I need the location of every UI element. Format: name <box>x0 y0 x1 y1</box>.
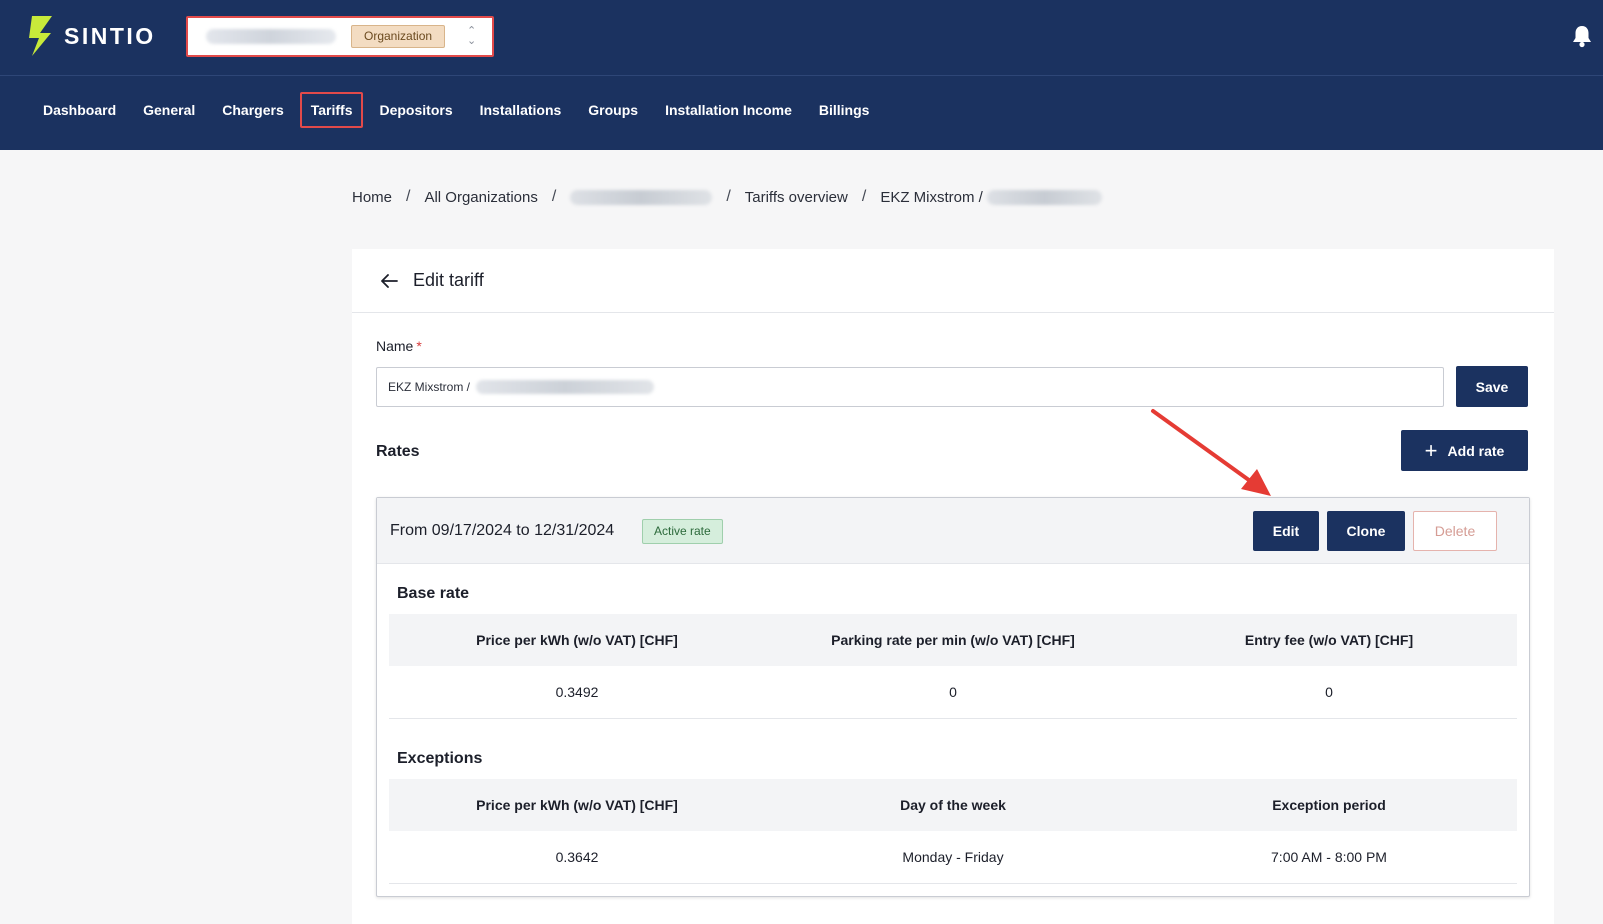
breadcrumb-current: EKZ Mixstrom / <box>880 188 983 206</box>
rate-period: From 09/17/2024 to 12/31/2024 <box>390 522 615 539</box>
breadcrumb-current-redacted <box>986 189 1102 205</box>
brand-name: SINTIO <box>64 22 156 49</box>
arrow-left-icon[interactable] <box>379 271 399 291</box>
table-header-row: Price per kWh (w/o VAT) [CHF] Parking ra… <box>389 614 1517 666</box>
organization-name-redacted <box>206 29 336 44</box>
nav-installation-income[interactable]: Installation Income <box>654 92 803 128</box>
lightning-logo-icon <box>29 16 52 56</box>
nav-installations[interactable]: Installations <box>469 92 573 128</box>
column-header: Entry fee (w/o VAT) [CHF] <box>1244 632 1414 648</box>
rate-card-header: From 09/17/2024 to 12/31/2024 Active rat… <box>377 498 1529 564</box>
main-nav: Dashboard General Chargers Tariffs Depos… <box>32 92 885 128</box>
column-header: Parking rate per min (w/o VAT) [CHF] <box>831 632 1075 648</box>
breadcrumb-tariffs-overview[interactable]: Tariffs overview <box>745 189 848 206</box>
table-cell: 0 <box>949 684 957 700</box>
nav-tariffs[interactable]: Tariffs <box>299 92 364 128</box>
status-badge: Active rate <box>642 519 723 544</box>
table-row: 0.3642 Monday - Friday 7:00 AM - 8:00 PM <box>389 831 1517 884</box>
breadcrumb-separator: / <box>861 188 867 205</box>
column-header: Price per kWh (w/o VAT) [CHF] <box>476 632 678 648</box>
add-rate-label: Add rate <box>1447 442 1505 459</box>
nav-chargers[interactable]: Chargers <box>211 92 294 128</box>
breadcrumb-separator: / <box>406 188 411 205</box>
nav-groups[interactable]: Groups <box>577 92 649 128</box>
breadcrumb-home[interactable]: Home <box>352 189 392 206</box>
table-cell: Monday - Friday <box>902 849 1004 865</box>
name-label: Name * <box>376 338 422 354</box>
rate-card: From 09/17/2024 to 12/31/2024 Active rat… <box>376 497 1530 897</box>
nav-general[interactable]: General <box>132 92 206 128</box>
card-header: Edit tariff <box>352 249 1554 313</box>
breadcrumb-all-organizations[interactable]: All Organizations <box>424 189 537 206</box>
table-cell: 0.3492 <box>555 684 599 700</box>
edit-tariff-card: Edit tariff Name * EKZ Mixstrom / Save Ra… <box>352 249 1554 924</box>
table-cell: 0.3642 <box>555 849 599 865</box>
page-title: Edit tariff <box>413 270 484 290</box>
sintio-logo[interactable]: SINTIO <box>28 16 156 56</box>
plus-icon: + <box>1424 437 1438 463</box>
table-row: 0.3492 0 0 <box>389 666 1517 719</box>
base-rate-heading: Base rate <box>397 585 470 602</box>
table-header-row: Price per kWh (w/o VAT) [CHF] Day of the… <box>389 779 1517 831</box>
exceptions-heading: Exceptions <box>397 750 483 767</box>
bell-icon[interactable] <box>1571 24 1593 48</box>
column-header: Day of the week <box>900 797 1006 813</box>
chevron-up-down-icon: ⌃ ⌄ <box>467 25 477 47</box>
table-cell: 0 <box>1325 684 1333 700</box>
nav-dashboard[interactable]: Dashboard <box>32 92 127 128</box>
nav-depositors[interactable]: Depositors <box>368 92 463 128</box>
top-bar: SINTIO Organization ⌃ ⌄ Dashboard General… <box>0 0 1603 150</box>
organization-badge: Organization <box>351 25 446 48</box>
breadcrumb-separator: / <box>726 188 731 205</box>
delete-rate-button[interactable]: Delete <box>1413 511 1497 551</box>
breadcrumb-organization-redacted[interactable] <box>570 189 713 205</box>
edit-rate-button[interactable]: Edit <box>1253 511 1319 551</box>
base-rate-table: Price per kWh (w/o VAT) [CHF] Parking ra… <box>389 614 1517 719</box>
breadcrumb-separator: / <box>551 188 557 205</box>
required-mark: * <box>416 338 422 354</box>
clone-rate-button[interactable]: Clone <box>1327 511 1405 551</box>
breadcrumb: Home / All Organizations / / Tariffs ove… <box>352 188 1102 206</box>
tariff-name-redacted <box>476 380 655 394</box>
tariff-name-value: EKZ Mixstrom / <box>388 380 471 394</box>
name-label-text: Name <box>376 338 414 354</box>
rates-heading: Rates <box>376 443 420 460</box>
organization-switcher[interactable]: Organization ⌃ ⌄ <box>186 16 494 57</box>
column-header: Price per kWh (w/o VAT) [CHF] <box>476 797 678 813</box>
topbar-divider <box>0 75 1603 76</box>
nav-billings[interactable]: Billings <box>808 92 881 128</box>
tariff-name-input[interactable]: EKZ Mixstrom / <box>376 367 1444 407</box>
save-button[interactable]: Save <box>1456 366 1528 407</box>
column-header: Exception period <box>1272 797 1386 813</box>
add-rate-button[interactable]: + Add rate <box>1401 430 1528 471</box>
exceptions-table: Price per kWh (w/o VAT) [CHF] Day of the… <box>389 779 1517 884</box>
annotation-arrow-icon <box>1151 409 1271 496</box>
table-cell: 7:00 AM - 8:00 PM <box>1271 849 1387 865</box>
